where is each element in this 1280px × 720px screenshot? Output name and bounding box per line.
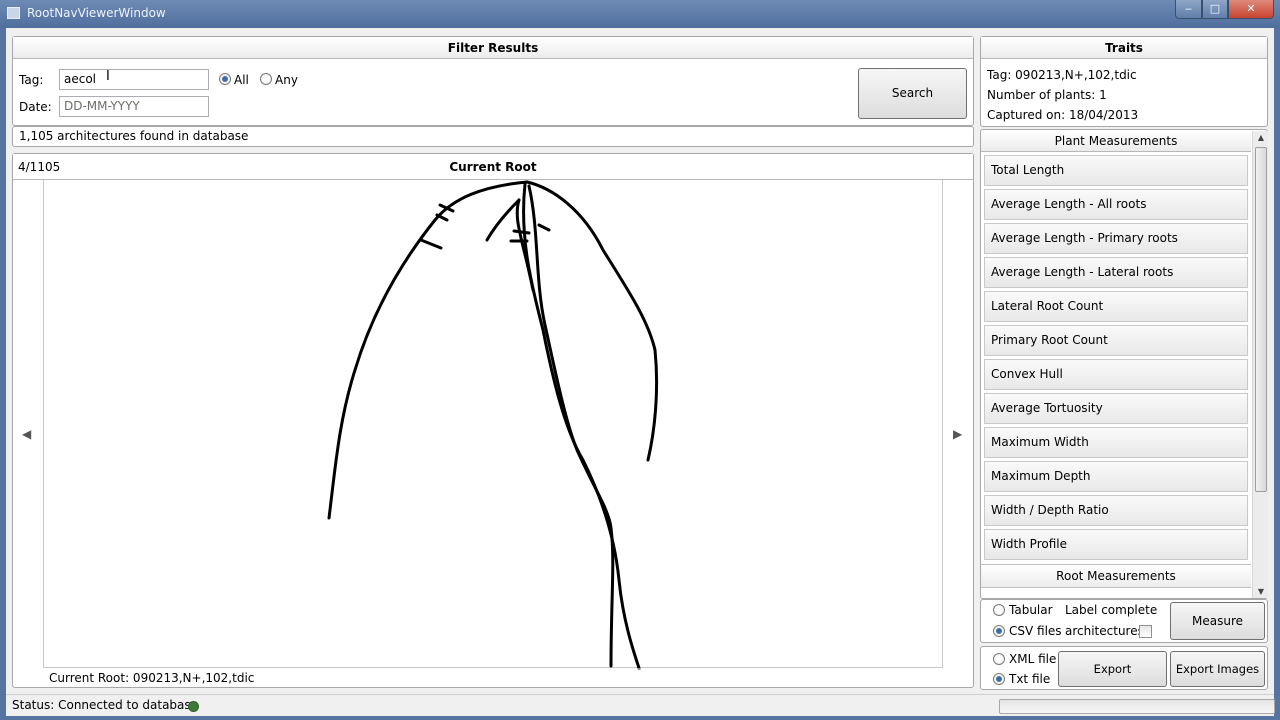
traits-plants-text: Number of plants: 1 — [987, 88, 1107, 102]
status-text: Status: Connected to database — [12, 698, 199, 712]
result-count-bar: 1,105 architectures found in database — [12, 126, 974, 147]
export-txt-label: Txt file — [1009, 672, 1051, 686]
match-any-label: Any — [275, 73, 298, 87]
window-title: RootNavViewerWindow — [27, 6, 166, 20]
root-architecture-drawing — [327, 180, 659, 670]
match-all-radio[interactable] — [219, 73, 231, 85]
export-txt-radio[interactable] — [993, 673, 1005, 685]
match-all-label: All — [234, 73, 249, 87]
label-architectures-text: architectures — [1065, 624, 1144, 638]
root-short-branch — [485, 198, 521, 242]
root-tick-4 — [512, 229, 531, 235]
progress-bar — [999, 699, 1275, 714]
measure-avg-length-all[interactable]: Average Length - All roots — [984, 189, 1248, 220]
measure-primary-root-count[interactable]: Primary Root Count — [984, 325, 1248, 356]
output-tabular-label: Tabular — [1009, 603, 1053, 617]
status-bar: Status: Connected to database — [6, 694, 1275, 716]
measurements-scrollbar[interactable]: ▲ ▼ — [1252, 131, 1268, 598]
label-complete-text: Label complete — [1065, 603, 1158, 617]
result-count-text: 1,105 architectures found in database — [19, 129, 249, 143]
root-tick-3 — [419, 238, 443, 250]
tag-input[interactable]: aecol — [59, 69, 209, 90]
viewer-heading: Current Root — [13, 154, 973, 180]
export-images-button[interactable]: Export Images — [1170, 651, 1265, 687]
root-measurements-heading[interactable]: Root Measurements — [981, 564, 1251, 588]
traits-captured-text: Captured on: 18/04/2013 — [987, 108, 1139, 122]
output-csv-label: CSV files — [1009, 624, 1062, 638]
output-csv-radio[interactable] — [993, 625, 1005, 637]
next-arrow-icon[interactable]: ▶ — [953, 427, 962, 441]
export-architecture-button[interactable]: Export Architecture — [1058, 651, 1167, 710]
viewer-position: 4/1105 — [18, 160, 61, 174]
scroll-down-icon[interactable]: ▼ — [1253, 587, 1269, 596]
current-root-footer: Current Root: 090213,N+,102,tdic — [43, 667, 943, 687]
root-tip-gray — [637, 667, 641, 670]
export-xml-radio[interactable] — [993, 653, 1005, 665]
scroll-thumb[interactable] — [1255, 147, 1267, 492]
label-complete-checkbox[interactable] — [1139, 625, 1152, 638]
measure-convex-hull[interactable]: Convex Hull — [984, 359, 1248, 390]
root-left-lateral — [327, 180, 529, 520]
minimize-button[interactable]: ‒ — [1175, 0, 1202, 19]
title-bar: RootNavViewerWindow ‒ □ ✕ — [0, 0, 1280, 28]
export-xml-label: XML file — [1009, 652, 1057, 666]
output-tabular-radio[interactable] — [993, 604, 1005, 616]
measure-button[interactable]: Measure — [1170, 602, 1265, 640]
traits-tag-text: Tag: 090213,N+,102,tdic — [987, 68, 1137, 82]
scroll-up-icon[interactable]: ▲ — [1253, 133, 1269, 142]
filter-heading: Filter Results — [13, 37, 973, 59]
measure-lateral-root-count[interactable]: Lateral Root Count — [984, 291, 1248, 322]
measure-total-length[interactable]: Total Length — [984, 155, 1248, 186]
maximize-button[interactable]: □ — [1202, 0, 1228, 19]
match-any-radio[interactable] — [260, 73, 272, 85]
root-primary-a — [522, 182, 641, 670]
app-icon — [7, 7, 20, 19]
close-button[interactable]: ✕ — [1228, 0, 1274, 19]
date-label: Date: — [19, 100, 52, 114]
date-input[interactable]: DD-MM-YYYY — [59, 96, 209, 117]
root-right-lateral — [525, 180, 659, 462]
text-cursor-icon: I — [106, 69, 110, 84]
measure-max-width[interactable]: Maximum Width — [984, 427, 1248, 458]
search-button[interactable]: Search — [858, 68, 967, 119]
measure-avg-length-lateral[interactable]: Average Length - Lateral roots — [984, 257, 1248, 288]
measure-avg-length-primary[interactable]: Average Length - Primary roots — [984, 223, 1248, 254]
previous-arrow-icon[interactable]: ◀ — [22, 427, 31, 441]
tag-label: Tag: — [19, 73, 44, 87]
traits-heading: Traits — [981, 37, 1267, 59]
root-primary-b — [527, 184, 615, 668]
traits-panel: Traits Tag: 090213,N+,102,tdic Number of… — [980, 36, 1268, 127]
measure-avg-tortuosity[interactable]: Average Tortuosity — [984, 393, 1248, 424]
plant-measurements-heading: Plant Measurements — [981, 130, 1251, 152]
measure-width-depth-ratio[interactable]: Width / Depth Ratio — [984, 495, 1248, 526]
connection-status-icon — [188, 701, 199, 712]
current-root-text: Current Root: 090213,N+,102,tdic — [49, 671, 255, 685]
root-tick-6 — [537, 223, 551, 232]
measure-max-depth[interactable]: Maximum Depth — [984, 461, 1248, 492]
measure-width-profile[interactable]: Width Profile — [984, 529, 1248, 560]
